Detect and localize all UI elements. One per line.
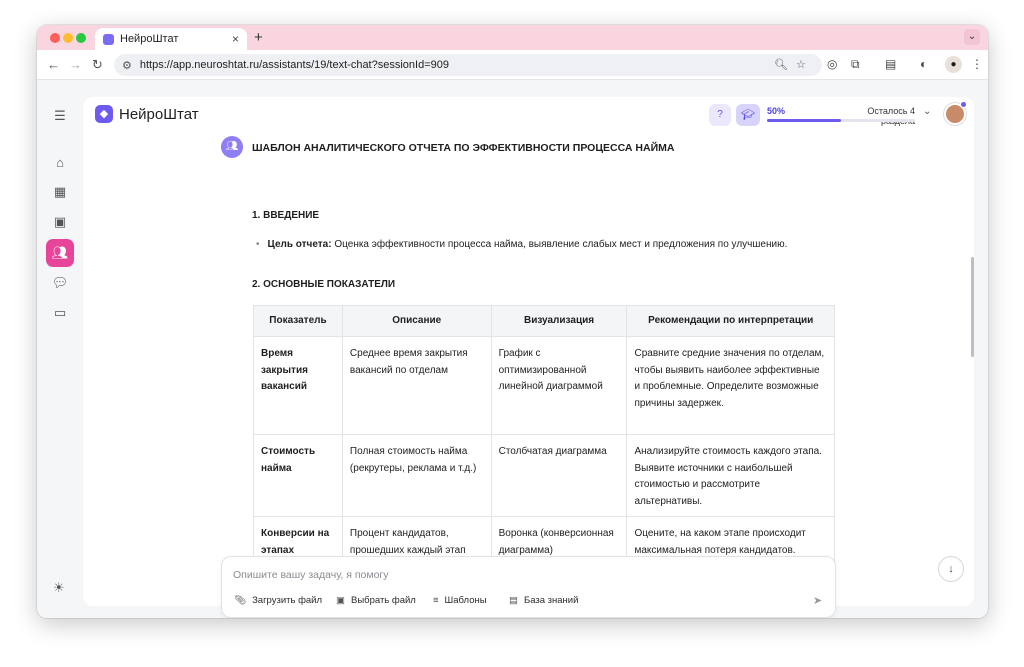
table-row: Стоимость найма Полная стоимость найма (… <box>253 434 835 517</box>
sidebar-item-store[interactable]: ⌂ <box>46 148 74 176</box>
templates-icon: ≡ <box>433 595 439 606</box>
app-header: ◆ НейроШтат ? 🎓︎ 50% Осталось 4 раздела … <box>83 97 974 133</box>
back-arrow-icon[interactable]: ← <box>47 57 60 72</box>
book-icon: ▤ <box>509 595 518 606</box>
assistant-avatar-icon: 👥︎ <box>221 136 243 158</box>
hamburger-menu-icon[interactable]: ☰ <box>46 102 74 130</box>
section-heading-intro: 1. ВВЕДЕНИЕ <box>252 210 320 221</box>
bookmark-star-icon[interactable]: ☆ <box>796 58 806 71</box>
table-cell: Анализируйте стоимость каждого этапа. Вы… <box>626 434 835 517</box>
browser-toolbar: ← → ↻ ⚙ https://app.neuroshtat.ru/assist… <box>37 50 988 80</box>
message-input[interactable]: Опишите вашу задачу, я помогу <box>233 569 389 581</box>
table-cell: Столбчатая диаграмма <box>490 434 628 517</box>
sidebar-item-assistants[interactable]: 👥︎ <box>46 239 74 267</box>
table-header-row: Показатель Описание Визуализация Рекомен… <box>253 305 835 337</box>
upload-file-label: Загрузить файл <box>252 595 323 606</box>
report-title: ШАБЛОН АНАЛИТИЧЕСКОГО ОТЧЕТА ПО ЭФФЕКТИВ… <box>252 142 675 154</box>
address-bar[interactable]: ⚙ https://app.neuroshtat.ru/assistants/1… <box>114 54 822 76</box>
id-card-icon: ▭ <box>53 305 67 320</box>
app-sidebar: ☰ ⌂ ▦ ▣ 👥︎ 💬︎ ▭ <box>37 80 83 618</box>
column-header: Визуализация <box>490 305 628 337</box>
progress-bar <box>767 119 915 122</box>
reload-icon[interactable]: ↻ <box>92 57 103 73</box>
store-icon: ⌂ <box>56 154 64 170</box>
table-cell: График с оптимизированной линейной диагр… <box>490 336 628 435</box>
maximize-window-button[interactable] <box>76 33 86 43</box>
forward-arrow-icon[interactable]: → <box>69 57 82 72</box>
progress-percent: 50% <box>767 106 786 116</box>
chevron-down-icon[interactable]: ⌄ <box>923 106 931 117</box>
brand-name[interactable]: НейроШтат <box>119 106 199 123</box>
table-cell: Время закрытия вакансий <box>253 336 343 435</box>
folder-icon: ▣ <box>336 595 345 606</box>
table-cell: Среднее время закрытия вакансий по отдел… <box>341 336 492 435</box>
reading-list-icon[interactable]: ▤ <box>885 57 896 71</box>
minimize-window-button[interactable] <box>63 33 73 43</box>
send-icon[interactable]: ➤ <box>813 594 822 607</box>
section-heading-metrics: 2. ОСНОВНЫЕ ПОКАЗАТЕЛИ <box>252 279 396 290</box>
table-row: Время закрытия вакансий Среднее время за… <box>253 336 835 435</box>
message-composer[interactable]: Опишите вашу задачу, я помогу 📎︎ Загрузит… <box>221 556 836 618</box>
knowledge-base-button[interactable]: ▤ База знаний <box>509 595 578 606</box>
url-text: https://app.neuroshtat.ru/assistants/19/… <box>139 59 449 71</box>
bullet-dot: • <box>256 239 260 250</box>
tab-title: НейроШтат <box>120 33 179 45</box>
tab-search-chevron-icon[interactable]: ⌄ <box>964 29 980 45</box>
templates-button[interactable]: ≡ Шаблоны <box>433 595 487 606</box>
browser-window: НейроШтат × + ⌄ ← → ↻ ⚙ https://app.neur… <box>37 25 988 618</box>
learning-button[interactable]: 🎓︎ <box>736 104 760 126</box>
screenshot-icon[interactable]: ◎ <box>827 57 837 71</box>
help-button[interactable]: ? <box>709 104 731 126</box>
site-settings-icon[interactable]: ⚙ <box>122 59 132 72</box>
users-icon: 👥︎ <box>51 245 69 260</box>
grid-icon: ▦ <box>53 184 67 199</box>
tab-bar: НейроШтат × + ⌄ <box>37 25 988 50</box>
sidebar-item-wallet[interactable]: ▣ <box>46 208 74 236</box>
extensions-icon[interactable]: ⧉ <box>851 57 860 72</box>
column-header: Рекомендации по интерпретации <box>626 305 835 337</box>
upload-file-button[interactable]: 📎︎ Загрузить файл <box>234 595 322 606</box>
zoom-icon[interactable]: 🔍︎ <box>774 58 788 71</box>
templates-label: Шаблоны <box>444 595 487 606</box>
progress-remaining: Осталось 4 раздела <box>867 106 915 126</box>
bullet-label: Цель отчета: <box>267 239 332 250</box>
scroll-to-bottom-button[interactable]: ↓ <box>938 556 964 582</box>
brand-logo-icon[interactable]: ◆ <box>95 105 113 123</box>
wallet-icon: ▣ <box>53 214 67 229</box>
table-cell: Сравните средние значения по отделам, чт… <box>626 336 835 435</box>
bullet-text: Оценка эффективности процесса найма, выя… <box>334 239 788 250</box>
new-tab-button[interactable]: + <box>254 29 263 46</box>
question-icon: ? <box>717 109 723 120</box>
knowledge-base-label: База знаний <box>523 595 579 606</box>
choose-file-button[interactable]: ▣ Выбрать файл <box>336 595 416 606</box>
tab-close-icon[interactable]: × <box>232 32 239 46</box>
chat-icon: 💬︎ <box>51 275 69 290</box>
main-panel: ◆ НейроШтат ? 🎓︎ 50% Осталось 4 раздела … <box>83 97 974 606</box>
list-item: • Цель отчета: Оценка эффективности проце… <box>256 239 787 250</box>
profile-avatar[interactable]: ● <box>945 56 962 73</box>
metrics-table: Показатель Описание Визуализация Рекомен… <box>253 305 835 566</box>
progress-bar-fill <box>767 119 841 122</box>
chat-content: 👥︎ ШАБЛОН АНАЛИТИЧЕСКОГО ОТЧЕТА ПО ЭФФЕК… <box>83 133 974 606</box>
browser-menu-icon[interactable]: ⋮ <box>971 57 983 71</box>
sidebar-item-profile-card[interactable]: ▭ <box>46 299 74 327</box>
theme-toggle-sun-icon[interactable]: ☀ <box>53 580 65 596</box>
paperclip-icon: 📎︎ <box>234 595 247 606</box>
column-header: Описание <box>341 305 492 337</box>
graduation-cap-icon: 🎓︎ <box>741 109 755 121</box>
notification-dot <box>960 101 967 108</box>
choose-file-label: Выбрать файл <box>350 595 416 606</box>
performance-icon[interactable]: ◐ <box>920 57 927 71</box>
close-window-button[interactable] <box>50 33 60 43</box>
column-header: Показатель <box>253 305 343 337</box>
browser-tab[interactable]: НейроШтат × <box>95 28 247 50</box>
table-cell: Стоимость найма <box>253 434 343 517</box>
arrow-down-icon: ↓ <box>948 563 954 575</box>
table-cell: Полная стоимость найма (рекрутеры, рекла… <box>341 434 492 517</box>
favicon-icon <box>103 33 114 45</box>
scrollbar[interactable] <box>971 257 974 357</box>
sidebar-item-dashboard[interactable]: ▦ <box>46 178 74 206</box>
sidebar-item-chats[interactable]: 💬︎ <box>46 269 74 297</box>
